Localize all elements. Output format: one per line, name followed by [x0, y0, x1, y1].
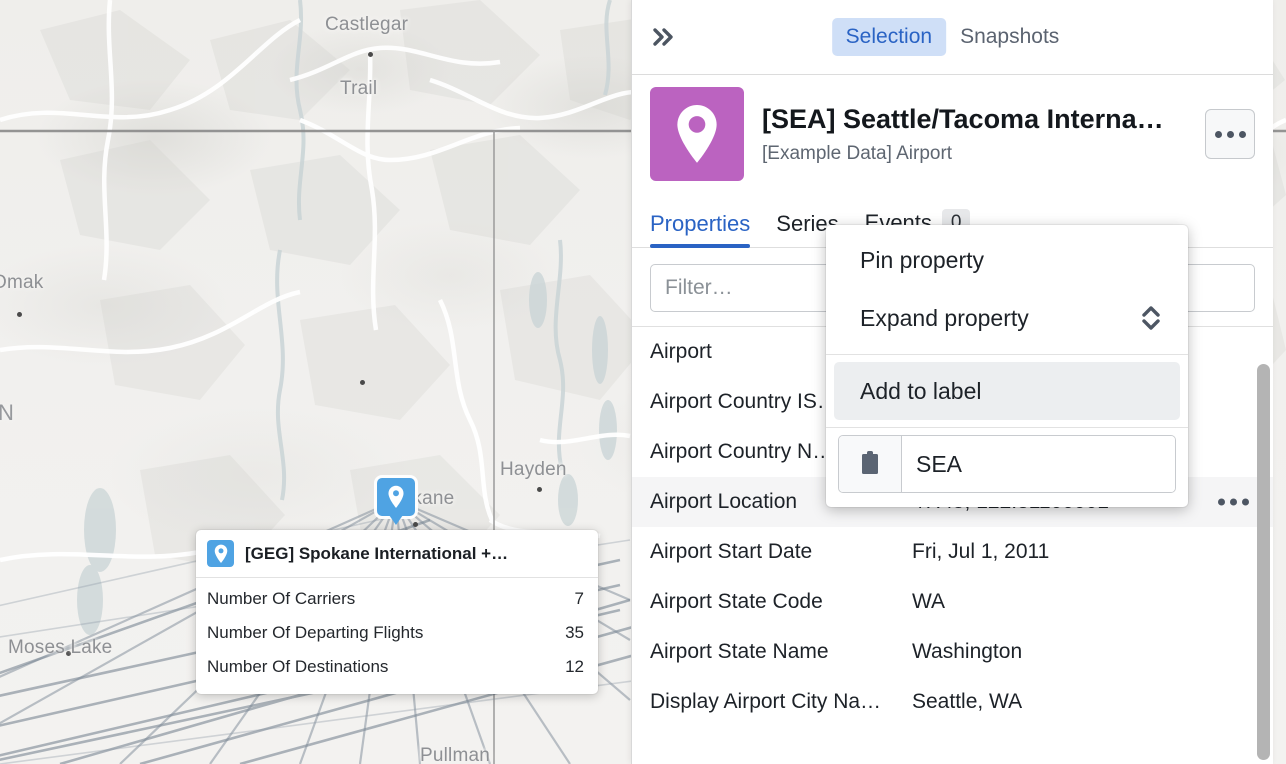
ellipsis-icon	[1214, 130, 1222, 138]
clipboard-icon	[862, 451, 878, 474]
panel-scrollbar-thumb[interactable]	[1257, 364, 1270, 760]
menu-item-add-to-label[interactable]: Add to label	[834, 362, 1180, 420]
copy-value-input[interactable]	[902, 436, 1175, 492]
map-marker-icon	[388, 485, 404, 508]
tooltip-row: Number Of Departing Flights 35	[196, 616, 598, 650]
property-value: Seattle, WA	[912, 690, 1023, 713]
double-chevron-right-icon	[653, 28, 673, 46]
ellipsis-icon	[1218, 498, 1225, 506]
menu-item-pin-property[interactable]: Pin property	[834, 231, 1180, 289]
property-row-more-button[interactable]	[1218, 498, 1249, 506]
map-city-dot	[360, 380, 365, 385]
tooltip-marker-badge	[207, 540, 234, 567]
chevron-up-down-icon	[1142, 306, 1160, 330]
ellipsis-icon	[1238, 130, 1246, 138]
property-value: Fri, Jul 1, 2011	[912, 540, 1050, 563]
map-city-dot	[537, 487, 542, 492]
entity-header: [SEA] Seattle/Tacoma Interna… [Example D…	[632, 75, 1273, 187]
property-key: Display Airport City Na…	[650, 690, 882, 713]
property-key: Airport State Name	[650, 640, 829, 663]
tooltip-row-value: 7	[574, 589, 584, 608]
app-root: Castlegar Trail Omak N Hayden Spokane Mo…	[0, 0, 1286, 764]
menu-divider	[826, 427, 1188, 428]
menu-item-expand-property[interactable]: Expand property	[834, 289, 1180, 347]
ellipsis-icon	[1230, 498, 1237, 506]
tooltip-header: [GEG] Spokane International +…	[196, 530, 598, 578]
panel-mode-switch: Selection Snapshots	[831, 18, 1074, 56]
panel-topbar: Selection Snapshots	[632, 0, 1273, 75]
tooltip-row-value: 12	[565, 657, 584, 676]
tab-selection[interactable]: Selection	[831, 18, 947, 56]
table-row[interactable]: Display Airport City Na… Seattle, WA	[632, 677, 1273, 727]
entity-more-button[interactable]	[1205, 109, 1255, 159]
map-city-dot	[66, 651, 71, 656]
menu-item-label: Expand property	[860, 304, 1029, 331]
map-city-dot	[413, 522, 418, 527]
map-marker-pin-spokane[interactable]	[377, 478, 415, 516]
map-hover-tooltip: [GEG] Spokane International +… Number Of…	[196, 530, 598, 694]
menu-divider	[826, 354, 1188, 355]
copy-value-field	[838, 435, 1176, 493]
table-row[interactable]: Airport Start Date Fri, Jul 1, 2011	[632, 527, 1273, 577]
entity-marker-badge	[650, 87, 744, 181]
menu-item-label: Pin property	[860, 246, 985, 273]
property-context-menu: Pin property Expand property Add to labe…	[826, 225, 1188, 507]
entity-text-block: [SEA] Seattle/Tacoma Interna… [Example D…	[762, 103, 1187, 166]
entity-subtitle: [Example Data] Airport	[762, 143, 953, 165]
copy-to-clipboard-button[interactable]	[839, 436, 902, 492]
map-city-dot	[368, 52, 373, 57]
property-key: Airport Start Date	[650, 540, 813, 563]
tooltip-row-key: Number Of Destinations	[207, 657, 389, 676]
ellipsis-icon	[1242, 498, 1249, 506]
property-value: Washington	[912, 640, 1023, 663]
ellipsis-icon	[1226, 130, 1234, 138]
map-city-dot	[17, 312, 22, 317]
property-value: WA	[912, 590, 946, 613]
tab-snapshots[interactable]: Snapshots	[946, 18, 1073, 56]
tab-properties-label: Properties	[650, 211, 751, 236]
entity-title: [SEA] Seattle/Tacoma Interna…	[762, 103, 1164, 134]
table-row[interactable]: Airport State Code WA	[632, 577, 1273, 627]
tooltip-rows: Number Of Carriers 7 Number Of Departing…	[196, 578, 598, 694]
table-row[interactable]: Airport State Name Washington	[632, 627, 1273, 677]
tooltip-row-value: 35	[565, 623, 584, 642]
map-marker-icon	[677, 104, 717, 163]
menu-item-label: Add to label	[860, 377, 982, 404]
map-marker-icon	[214, 544, 227, 563]
collapse-panel-button[interactable]	[650, 22, 680, 52]
tooltip-title: [GEG] Spokane International +…	[245, 543, 509, 563]
property-key: Airport State Code	[650, 590, 823, 613]
tooltip-row: Number Of Carriers 7	[196, 582, 598, 616]
tooltip-row-key: Number Of Departing Flights	[207, 623, 424, 642]
tooltip-row-key: Number Of Carriers	[207, 589, 356, 608]
tab-properties[interactable]: Properties	[650, 211, 751, 248]
tooltip-row: Number Of Destinations 12	[196, 650, 598, 684]
